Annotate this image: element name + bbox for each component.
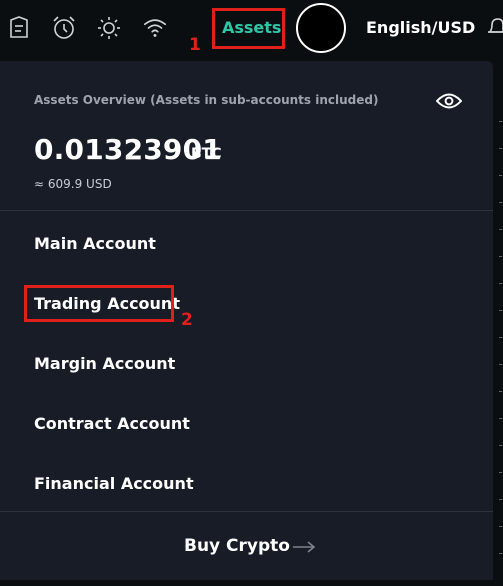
background-tick: [499, 229, 502, 230]
background-tick: [499, 472, 502, 473]
sun-icon[interactable]: [96, 14, 122, 42]
highlight-box-trading-account: [24, 285, 174, 322]
document-icon[interactable]: [6, 14, 32, 42]
background-tick: [499, 418, 502, 419]
background-tick: [499, 121, 502, 122]
background-page-edge: [0, 580, 493, 586]
background-tick: [499, 499, 502, 500]
wifi-icon[interactable]: [142, 14, 168, 42]
background-tick: [499, 148, 502, 149]
background-tick: [499, 553, 502, 554]
balance-unit: BTC: [191, 146, 222, 162]
bell-icon[interactable]: [488, 16, 503, 42]
background-tick: [499, 337, 502, 338]
assets-dropdown-panel: Assets Overview (Assets in sub-accounts …: [0, 61, 493, 586]
highlight-box-assets: [212, 8, 285, 49]
callout-number-2: 2: [181, 310, 193, 330]
financial-account-link[interactable]: Financial Account: [34, 474, 194, 493]
background-tick: [499, 310, 502, 311]
divider: [0, 210, 493, 211]
top-navigation-bar: Assets 1 English/USD: [0, 0, 503, 58]
contract-account-link[interactable]: Contract Account: [34, 414, 190, 433]
buy-crypto-button[interactable]: Buy Crypto: [184, 536, 290, 556]
main-account-link[interactable]: Main Account: [34, 234, 156, 253]
assets-overview-label: Assets Overview (Assets in sub-accounts …: [34, 93, 379, 107]
fiat-equivalent: ≈ 609.9 USD: [34, 177, 112, 191]
background-tick: [499, 202, 502, 203]
arrow-right-icon: [292, 539, 316, 558]
background-tick: [499, 391, 502, 392]
background-tick: [499, 256, 502, 257]
background-tick: [499, 283, 502, 284]
eye-icon[interactable]: [435, 91, 463, 115]
alarm-clock-icon[interactable]: [51, 14, 77, 42]
callout-number-1: 1: [189, 35, 201, 55]
background-tick: [499, 445, 502, 446]
background-tick: [499, 364, 502, 365]
background-page-edge: [493, 58, 503, 586]
margin-account-link[interactable]: Margin Account: [34, 354, 175, 373]
avatar[interactable]: [296, 3, 346, 53]
language-currency-selector[interactable]: English/USD: [366, 18, 475, 37]
background-tick: [499, 526, 502, 527]
avatar-redaction: [309, 16, 337, 42]
background-tick: [499, 175, 502, 176]
divider: [0, 511, 493, 512]
